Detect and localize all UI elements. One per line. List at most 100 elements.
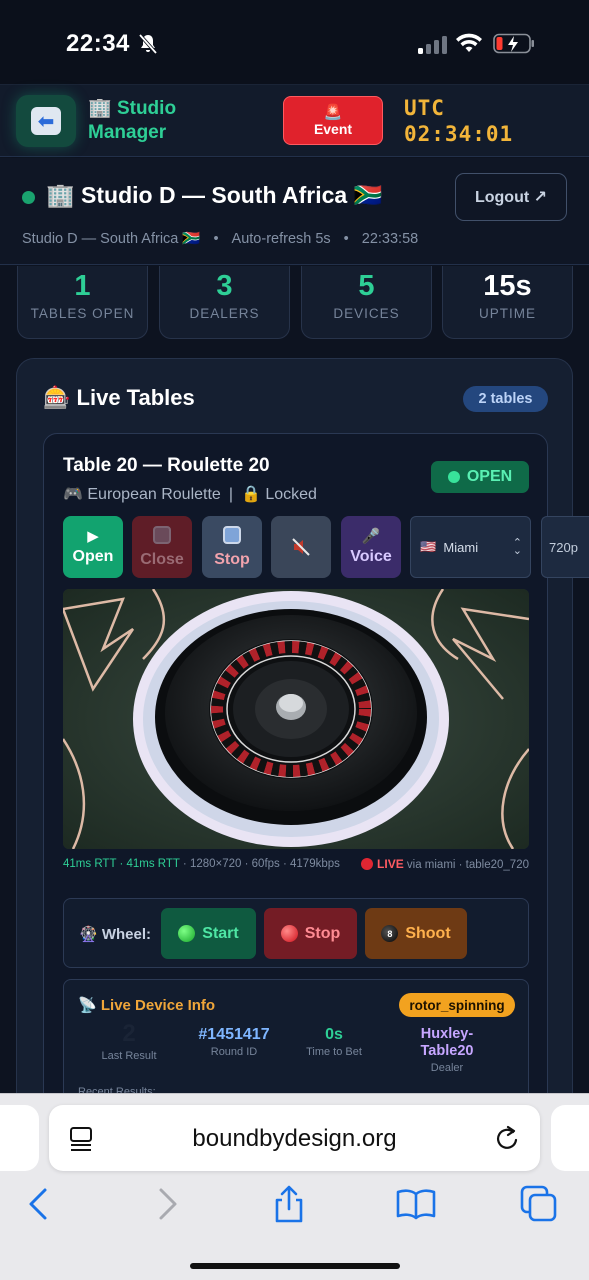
forward-icon[interactable] (149, 1184, 185, 1224)
tables-count-badge: 2 tables (463, 386, 548, 412)
live-dot (361, 858, 374, 870)
region-value: Miami (443, 539, 479, 555)
wheel-stop-button[interactable]: Stop (264, 908, 357, 959)
wheel-controls: 🎡 Wheel: Start Stop 8 Shoot (63, 898, 529, 968)
red-circle-icon (280, 925, 298, 942)
round-id-label: Round ID (210, 1046, 258, 1058)
utc-label: UTC (404, 96, 445, 120)
slot-machine-icon: 🎰 (43, 385, 71, 410)
utc-time: 02:34:01 (404, 122, 514, 146)
wheel-start-button[interactable]: Start (161, 908, 256, 959)
stream-meta: 41ms RTT · 41ms RTT · 1280×720 · 60fps ·… (63, 856, 529, 872)
url-text[interactable]: boundbydesign.org (49, 1125, 540, 1153)
last-refresh-time: 22:33:58 (361, 231, 419, 247)
previous-tab-peek[interactable] (0, 1105, 39, 1171)
stop-square-icon (223, 525, 241, 549)
round-id-value: #1451417 (198, 1026, 270, 1043)
battery-charging-icon (493, 33, 534, 54)
bookmarks-icon[interactable] (395, 1184, 437, 1224)
live-tables-title-text: Live Tables (76, 385, 195, 410)
game-type: European Roulette (87, 486, 221, 503)
stat-label: DEALERS (189, 306, 260, 321)
open-label: Open (72, 548, 114, 565)
status-dot (447, 471, 460, 483)
lock-icon: 🔒 (240, 486, 261, 503)
live-via: via miami · table20_720 (406, 859, 529, 871)
mute-button[interactable] (271, 516, 331, 578)
wifi-icon (456, 33, 482, 52)
back-button[interactable]: ⬅ (16, 95, 76, 147)
dealer: Huxley-Table20 Dealer (402, 1026, 492, 1074)
status-bar: 22:34 (0, 0, 589, 84)
voice-label: Voice (350, 548, 392, 565)
stop-label: Stop (214, 550, 250, 568)
roulette-video-stream (63, 589, 529, 849)
address-bar[interactable]: boundbydesign.org (49, 1105, 540, 1171)
app-title: 🏢 Studio Manager (88, 97, 208, 145)
stop-stream-button[interactable]: Stop (202, 516, 262, 578)
stop-square-icon (153, 525, 171, 549)
stat-tables-open: 1 TABLES OPEN (17, 266, 148, 339)
stat-devices: 5 DEVICES (301, 266, 432, 339)
back-icon[interactable] (21, 1184, 57, 1224)
device-info-title-text: Live Device Info (100, 997, 216, 1014)
green-circle-icon (178, 925, 196, 942)
time-to-bet-label: Time to Bet (306, 1046, 362, 1058)
stat-dealers: 3 DEALERS (159, 266, 290, 339)
lock-state: Locked (265, 486, 317, 503)
table-title: Table 20 — Roulette 20 (63, 455, 270, 476)
gamepad-icon: 🎮 (63, 486, 83, 503)
rtt-text: 41ms RTT · 41ms RTT (63, 858, 180, 870)
tabs-icon[interactable] (519, 1184, 559, 1224)
round-id: #1451417 Round ID (186, 1026, 282, 1058)
wheel-label-text: Wheel: (101, 926, 152, 943)
live-tables-title: 🎰 Live Tables (43, 385, 195, 411)
live-label: LIVE (377, 857, 404, 871)
home-indicator (190, 1263, 400, 1269)
open-table-button[interactable]: ▶ Open (63, 516, 123, 578)
table-status-text: OPEN (466, 468, 513, 485)
building-icon: 🏢 (88, 98, 112, 119)
dealer-label: Dealer (430, 1062, 464, 1074)
wheel-stop-label: Stop (304, 924, 341, 942)
wheel-label: 🎡 Wheel: (79, 925, 151, 943)
wheel-start-label: Start (202, 924, 239, 942)
stat-label: UPTIME (478, 306, 536, 321)
wheel-shoot-button[interactable]: 8 Shoot (365, 908, 467, 959)
live-indicator: LIVE via miami · table20_720 (361, 856, 529, 873)
last-result-value: 2 (122, 1020, 136, 1047)
online-status-dot (22, 191, 35, 204)
building-icon: 🏢 (46, 182, 75, 208)
last-result: 2 Last Result (94, 1020, 164, 1062)
roulette-wheel-image (63, 589, 529, 849)
app-header: ⬅ 🏢 Studio Manager 🚨 Event UTC 02:34:01 (0, 84, 589, 157)
back-arrow-icon: ⬅ (31, 107, 61, 135)
voice-button[interactable]: 🎤 Voice (341, 516, 401, 578)
eight-ball-icon: 8 (381, 925, 399, 942)
satellite-dish-icon: 📡 (78, 997, 97, 1014)
table-card: Table 20 — Roulette 20 🎮 European Roulet… (43, 433, 589, 1139)
table-subtitle: 🎮 European Roulette | 🔒 Locked (63, 486, 317, 503)
logout-button[interactable]: Logout ↗ (455, 173, 567, 221)
auto-refresh-text: Auto-refresh 5s (231, 231, 331, 247)
quality-select[interactable]: 720p (541, 516, 589, 578)
stream-details: · 1280×720 · 60fps · 4179kbps (179, 858, 340, 870)
close-table-button[interactable]: Close (132, 516, 192, 578)
stat-uptime: 15s UPTIME (442, 266, 573, 339)
studio-name: 🏢 Studio D — South Africa 🇿🇦 (46, 182, 382, 209)
speaker-muted-icon (292, 538, 310, 556)
table-status-badge: OPEN (431, 461, 529, 493)
next-tab-peek[interactable] (551, 1105, 589, 1171)
region-select[interactable]: 🇺🇸 Miami ⌃ ⌄ (410, 516, 531, 578)
stat-value: 5 (358, 270, 375, 302)
device-info-title: 📡 Live Device Info (78, 996, 215, 1014)
stat-value: 15s (483, 270, 532, 302)
wheel-shoot-label: Shoot (405, 924, 451, 942)
share-icon[interactable] (271, 1184, 307, 1224)
last-result-label: Last Result (101, 1050, 157, 1062)
studio-subline: Studio D — South Africa 🇿🇦 • Auto-refresh … (22, 231, 419, 247)
time-to-bet-value: 0s (325, 1026, 343, 1043)
reload-icon[interactable] (494, 1123, 522, 1153)
event-button[interactable]: 🚨 Event (283, 96, 383, 145)
us-flag-icon: 🇺🇸 (420, 539, 437, 554)
